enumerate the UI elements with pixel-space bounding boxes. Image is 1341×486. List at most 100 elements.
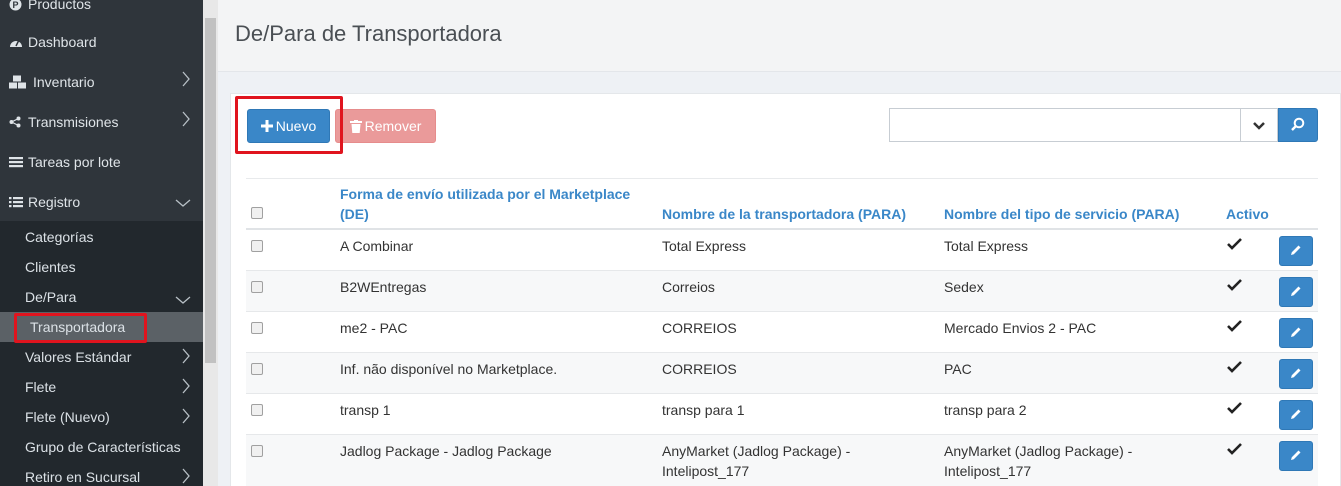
productos-icon: P: [9, 0, 26, 11]
row-checkbox[interactable]: [251, 445, 263, 457]
sidebar-item-inventario[interactable]: Inventario: [0, 62, 203, 102]
cell-servicio: Mercado Envios 2 - PAC: [944, 320, 1097, 336]
remove-button[interactable]: Remover: [335, 109, 436, 143]
dashboard-icon: [9, 36, 26, 48]
submenu-item-flete[interactable]: Flete: [0, 372, 203, 402]
row-checkbox[interactable]: [251, 363, 263, 375]
trash-icon: [349, 119, 362, 133]
cell-servicio: Sedex: [944, 279, 984, 295]
remove-button-label: Remover: [364, 118, 422, 134]
cell-de: Jadlog Package - Jadlog Package: [340, 443, 552, 459]
chevron-down-icon: [1253, 117, 1265, 133]
cubes-icon: [9, 75, 31, 89]
sidebar-item-tareas-por-lote[interactable]: Tareas por lote: [0, 142, 203, 182]
table-row: Jadlog Package - Jadlog Package AnyMarke…: [246, 435, 1318, 486]
pencil-icon: [1290, 284, 1302, 300]
svg-text:P: P: [12, 0, 18, 10]
chevron-right-icon: [181, 111, 191, 130]
search-input[interactable]: [889, 108, 1240, 142]
pencil-icon: [1290, 325, 1302, 341]
sidebar-item-productos[interactable]: P Productos: [0, 0, 203, 24]
search-icon: [1291, 117, 1305, 134]
cell-transportadora: CORREIOS: [662, 361, 737, 377]
pencil-icon: [1290, 366, 1302, 382]
cell-transportadora: Correios: [662, 279, 715, 295]
select-all-checkbox[interactable]: [251, 207, 263, 219]
cell-servicio: AnyMarket (Jadlog Package) - Intelipost_…: [944, 443, 1133, 479]
sidebar-item-label: Dashboard: [28, 34, 97, 50]
column-header-activo[interactable]: Activo: [1226, 204, 1269, 224]
table-header: Forma de envío utilizada por el Marketpl…: [246, 178, 1318, 230]
sidebar-item-registro[interactable]: Registro: [0, 182, 203, 222]
edit-button[interactable]: [1279, 400, 1313, 430]
main-content: De/Para de Transportadora Nuevo Remover …: [218, 0, 1341, 486]
sidebar-item-dashboard[interactable]: Dashboard: [0, 22, 203, 62]
new-button[interactable]: Nuevo: [247, 109, 330, 143]
submenu-item-flete-nuevo[interactable]: Flete (Nuevo): [0, 402, 203, 432]
page-title: De/Para de Transportadora: [235, 21, 502, 46]
table-row: transp 1 transp para 1 transp para 2: [246, 394, 1318, 435]
chevron-down-icon: [175, 292, 191, 308]
edit-button[interactable]: [1279, 277, 1313, 307]
share-icon: [9, 116, 26, 128]
sidebar-item-label: Transmisiones: [28, 114, 119, 130]
registro-submenu: Categorías Clientes De/Para Transportado…: [0, 221, 203, 486]
row-checkbox[interactable]: [251, 240, 263, 252]
submenu-item-valores-estandar[interactable]: Valores Estándar: [0, 342, 203, 372]
check-icon: [1227, 399, 1242, 419]
search-dropdown-toggle[interactable]: [1240, 108, 1278, 142]
edit-button[interactable]: [1279, 236, 1313, 266]
submenu-item-categorias[interactable]: Categorías: [0, 222, 203, 252]
row-checkbox[interactable]: [251, 281, 263, 293]
submenu-item-grupo-caracteristicas[interactable]: Grupo de Características: [0, 432, 203, 462]
sidebar-item-label: Tareas por lote: [28, 154, 121, 170]
cell-transportadora: AnyMarket (Jadlog Package) - Intelipost_…: [662, 443, 851, 479]
cell-servicio: transp para 2: [944, 402, 1027, 418]
edit-button[interactable]: [1279, 318, 1313, 348]
page-header: De/Para de Transportadora: [218, 0, 1341, 72]
table-row: Inf. não disponível no Marketplace. CORR…: [246, 353, 1318, 394]
check-icon: [1227, 440, 1242, 460]
new-button-label: Nuevo: [275, 118, 317, 134]
list-ul-icon: [9, 196, 26, 208]
scrollbar-thumb[interactable]: [205, 18, 216, 363]
edit-button[interactable]: [1279, 441, 1313, 471]
chevron-down-icon: [175, 195, 191, 211]
cell-transportadora: CORREIOS: [662, 320, 737, 336]
table-row: B2WEntregas Correios Sedex: [246, 271, 1318, 312]
sidebar-item-label: Productos: [28, 0, 92, 12]
chevron-right-icon: [181, 408, 191, 427]
chevron-right-icon: [181, 348, 191, 367]
cell-de: A Combinar: [340, 238, 414, 254]
check-icon: [1227, 235, 1242, 255]
edit-button[interactable]: [1279, 359, 1313, 389]
column-header-servicio[interactable]: Nombre del tipo de servicio (PARA): [944, 204, 1179, 224]
check-icon: [1227, 276, 1242, 296]
pencil-icon: [1290, 448, 1302, 464]
column-header-de[interactable]: Forma de envío utilizada por el Marketpl…: [340, 184, 640, 224]
sidebar-scrollbar[interactable]: [203, 0, 218, 486]
sidebar-item-transmisiones[interactable]: Transmisiones: [0, 102, 203, 142]
submenu-item-transportadora[interactable]: Transportadora: [0, 312, 203, 342]
sidebar: P Productos Dashboard Inventario Transmi…: [0, 0, 203, 486]
cell-de: me2 - PAC: [340, 320, 408, 336]
cell-de: transp 1: [340, 402, 391, 418]
submenu-item-retiro-sucursal[interactable]: Retiro en Sucursal: [0, 462, 203, 486]
submenu-item-de-para[interactable]: De/Para: [0, 282, 203, 312]
cell-transportadora: Total Express: [662, 238, 747, 254]
search-button[interactable]: [1278, 108, 1318, 142]
pencil-icon: [1290, 407, 1302, 423]
table-row: me2 - PAC CORREIOS Mercado Envios 2 - PA…: [246, 312, 1318, 353]
chevron-right-icon: [181, 71, 191, 90]
row-checkbox[interactable]: [251, 404, 263, 416]
submenu-item-clientes[interactable]: Clientes: [0, 252, 203, 282]
check-icon: [1227, 358, 1242, 378]
chevron-right-icon: [181, 468, 191, 486]
column-header-transportadora[interactable]: Nombre de la transportadora (PARA): [662, 204, 906, 224]
check-icon: [1227, 317, 1242, 337]
plus-icon: [260, 120, 273, 132]
sidebar-item-label: Registro: [28, 194, 81, 210]
sidebar-item-label: Inventario: [33, 74, 95, 90]
cell-de: Inf. não disponível no Marketplace.: [340, 361, 558, 377]
row-checkbox[interactable]: [251, 322, 263, 334]
